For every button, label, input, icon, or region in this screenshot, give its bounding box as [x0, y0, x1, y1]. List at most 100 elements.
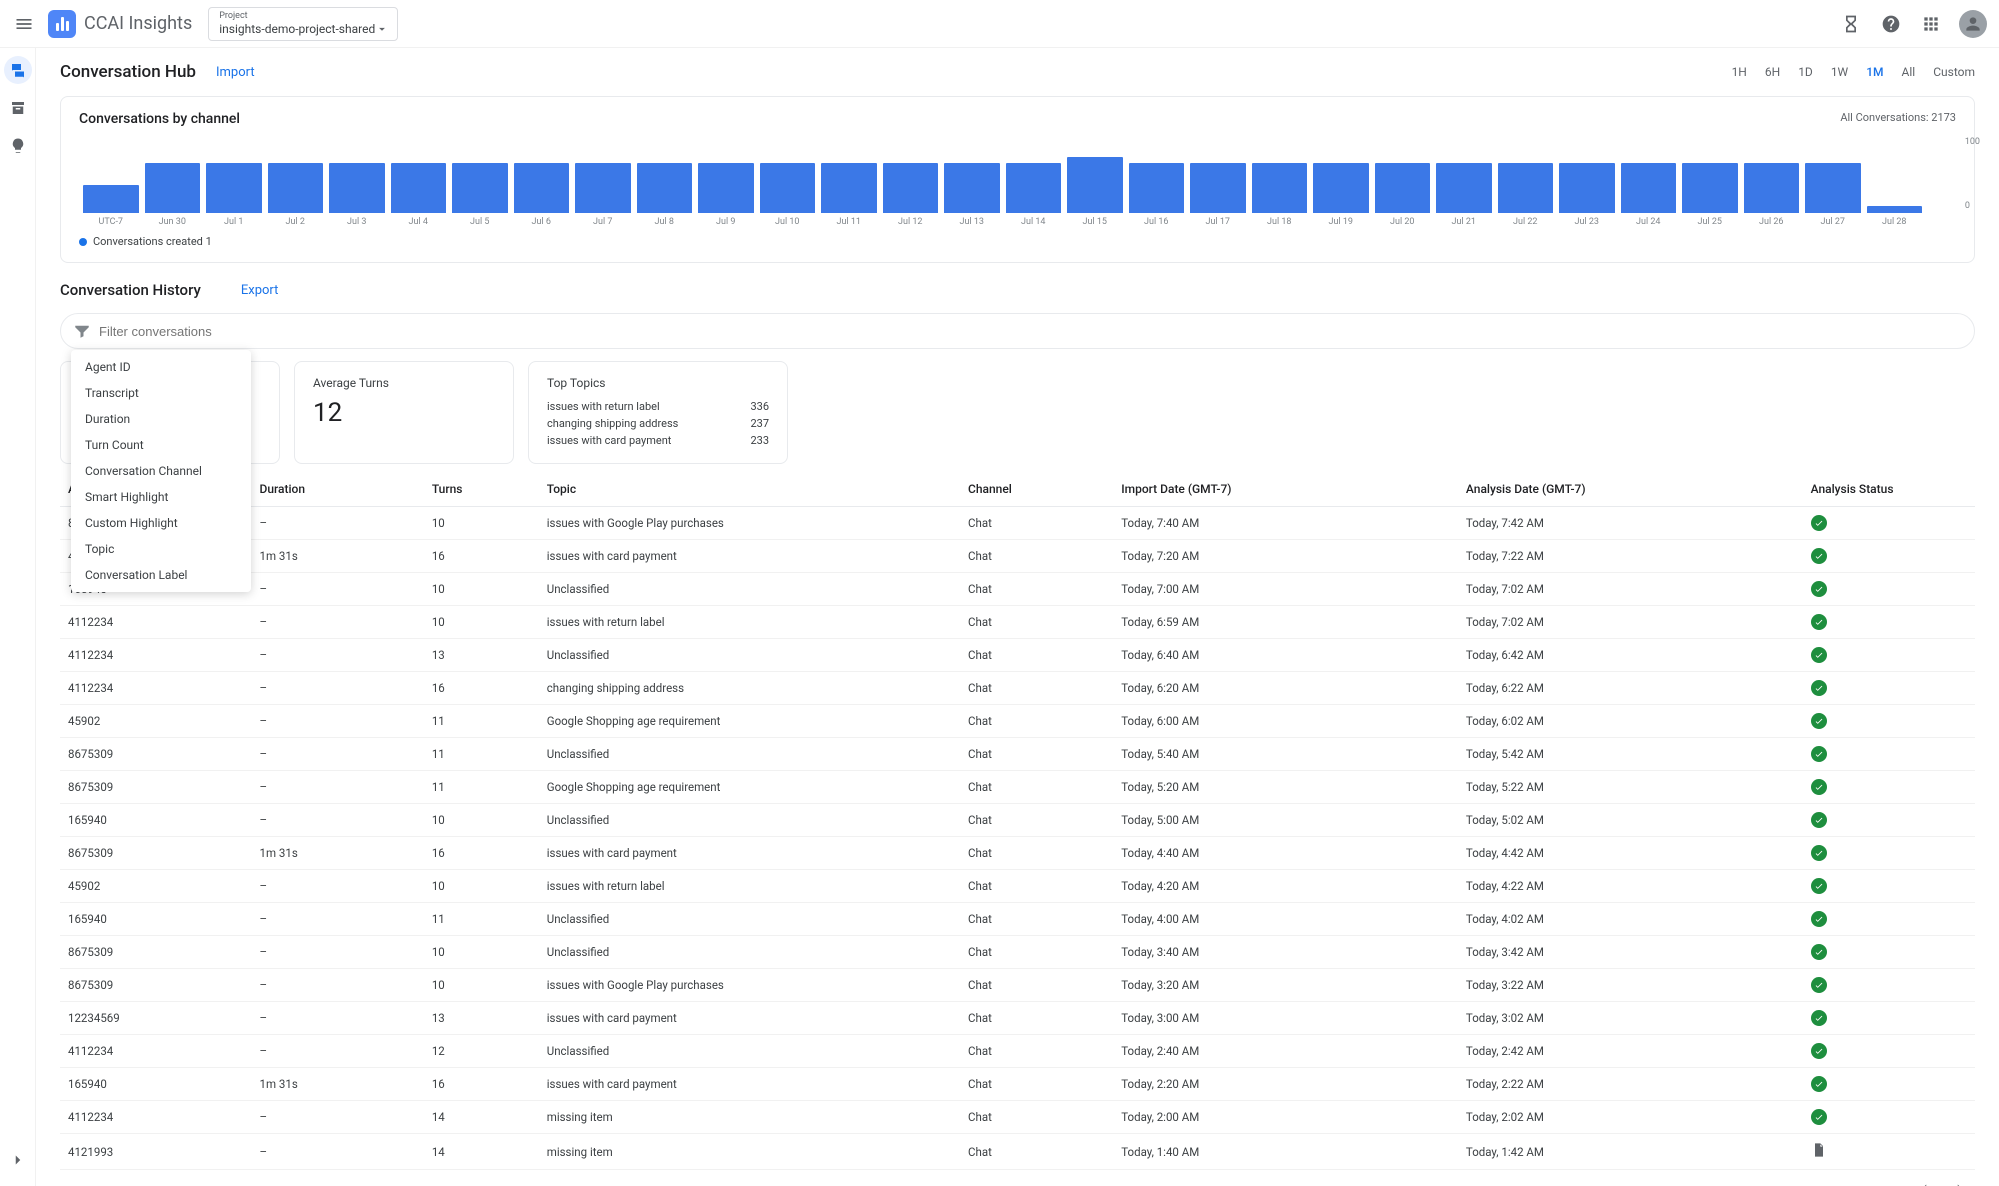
- avg-turns-card: Average Turns 12: [294, 361, 514, 464]
- filter-option[interactable]: Conversation Label: [71, 562, 251, 588]
- table-row[interactable]: 8675309–10issues with Google Play purcha…: [60, 507, 1975, 540]
- filter-option[interactable]: Topic: [71, 536, 251, 562]
- table-row[interactable]: 8675309–11UnclassifiedChatToday, 5:40 AM…: [60, 738, 1975, 771]
- status-ok-icon: [1811, 1043, 1827, 1059]
- table-row[interactable]: 165940–10UnclassifiedChatToday, 5:00 AMT…: [60, 804, 1975, 837]
- table-row[interactable]: 45902–10issues with return labelChatToda…: [60, 870, 1975, 903]
- column-header[interactable]: Turns: [424, 472, 539, 507]
- chart-bar: Jul 28: [1867, 206, 1923, 227]
- legend-label: Conversations created 1: [93, 235, 212, 248]
- table-row[interactable]: 4112234–10issues with return labelChatTo…: [60, 606, 1975, 639]
- status-ok-icon: [1811, 680, 1827, 696]
- chart-bar: Jul 10: [760, 163, 816, 227]
- chart-bar: Jul 5: [452, 163, 508, 227]
- chart-bar: Jul 17: [1190, 163, 1246, 227]
- filter-option[interactable]: Conversation Channel: [71, 458, 251, 484]
- chart-bar: Jul 8: [637, 163, 693, 227]
- time-range-1d[interactable]: 1D: [1798, 65, 1813, 79]
- chevron-down-icon: [375, 22, 389, 36]
- status-ok-icon: [1811, 647, 1827, 663]
- table-row[interactable]: 1659401m 31s16issues with card paymentCh…: [60, 1068, 1975, 1101]
- status-ok-icon: [1811, 614, 1827, 630]
- table-row[interactable]: 4121993–14missing itemChatToday, 1:40 AM…: [60, 1134, 1975, 1170]
- help-icon[interactable]: [1879, 12, 1903, 36]
- table-row[interactable]: 4112234–14missing itemChatToday, 2:00 AM…: [60, 1101, 1975, 1134]
- column-header[interactable]: Duration: [252, 472, 424, 507]
- table-row[interactable]: 4112234–16changing shipping addressChatT…: [60, 672, 1975, 705]
- chart-bar: Jul 21: [1436, 163, 1492, 227]
- time-range-all[interactable]: All: [1902, 65, 1916, 79]
- apps-grid-icon[interactable]: [1919, 12, 1943, 36]
- chart-bar: Jul 12: [883, 163, 939, 227]
- filter-option[interactable]: Agent ID: [71, 354, 251, 380]
- table-pager: Items per page: 20 Page 1 of 109: [36, 1170, 1999, 1186]
- status-ok-icon: [1811, 581, 1827, 597]
- sidebar-item-conversations[interactable]: [4, 56, 32, 84]
- y-axis-max: 100: [1965, 137, 1980, 147]
- hourglass-icon[interactable]: [1839, 12, 1863, 36]
- user-avatar[interactable]: [1959, 10, 1987, 38]
- app-logo-icon: [48, 10, 76, 38]
- filter-option[interactable]: Transcript: [71, 380, 251, 406]
- filter-option[interactable]: Duration: [71, 406, 251, 432]
- filter-option[interactable]: Smart Highlight: [71, 484, 251, 510]
- table-row[interactable]: 45902–11Google Shopping age requirementC…: [60, 705, 1975, 738]
- time-range-custom[interactable]: Custom: [1933, 65, 1975, 79]
- time-range-1w[interactable]: 1W: [1831, 65, 1848, 79]
- sidebar-item-highlights[interactable]: [4, 132, 32, 160]
- project-label: Project: [219, 11, 389, 21]
- time-range-1m[interactable]: 1M: [1866, 65, 1883, 79]
- status-ok-icon: [1811, 845, 1827, 861]
- table-row[interactable]: 86753091m 31s16issues with card paymentC…: [60, 837, 1975, 870]
- table-row[interactable]: 8675309–10issues with Google Play purcha…: [60, 969, 1975, 1002]
- chart-bar: Jul 20: [1375, 163, 1431, 227]
- chart-legend: Conversations created 1: [79, 235, 1956, 248]
- sidebar-expand-icon[interactable]: [4, 1146, 32, 1174]
- time-range-1h[interactable]: 1H: [1732, 65, 1747, 79]
- status-ok-icon: [1811, 746, 1827, 762]
- column-header[interactable]: Channel: [960, 472, 1113, 507]
- chart-bar: Jul 23: [1559, 163, 1615, 227]
- filter-option[interactable]: Turn Count: [71, 432, 251, 458]
- table-row[interactable]: 4112234–13UnclassifiedChatToday, 6:40 AM…: [60, 639, 1975, 672]
- channel-card-title: Conversations by channel: [79, 111, 240, 127]
- column-header[interactable]: Import Date (GMT-7): [1113, 472, 1458, 507]
- table-row[interactable]: 4112234–12UnclassifiedChatToday, 2:40 AM…: [60, 1035, 1975, 1068]
- prev-page-button[interactable]: [1915, 1180, 1933, 1186]
- hamburger-menu-icon[interactable]: [12, 12, 36, 36]
- table-row[interactable]: 165940–11UnclassifiedChatToday, 4:00 AMT…: [60, 903, 1975, 936]
- filter-bar[interactable]: Agent IDTranscriptDurationTurn CountConv…: [60, 313, 1975, 349]
- filter-dropdown: Agent IDTranscriptDurationTurn CountConv…: [71, 350, 251, 592]
- time-range-picker: 1H 6H 1D 1W 1M All Custom: [1732, 65, 1975, 79]
- table-row[interactable]: 12234569–13issues with card paymentChatT…: [60, 1002, 1975, 1035]
- status-ok-icon: [1811, 812, 1827, 828]
- column-header[interactable]: Analysis Date (GMT-7): [1458, 472, 1803, 507]
- table-row[interactable]: 165940–10UnclassifiedChatToday, 7:00 AMT…: [60, 573, 1975, 606]
- column-header[interactable]: Topic: [539, 472, 960, 507]
- avg-turns-value: 12: [313, 398, 495, 428]
- table-row[interactable]: 8675309–11Google Shopping age requiremen…: [60, 771, 1975, 804]
- import-button[interactable]: Import: [216, 65, 255, 80]
- project-value: insights-demo-project-shared: [219, 22, 375, 36]
- chart-bar: Jul 14: [1006, 163, 1062, 227]
- project-selector[interactable]: Project insights-demo-project-shared: [208, 7, 398, 41]
- next-page-button[interactable]: [1951, 1180, 1969, 1186]
- status-ok-icon: [1811, 1010, 1827, 1026]
- status-ok-icon: [1811, 548, 1827, 564]
- table-row[interactable]: 41122341m 31s16issues with card paymentC…: [60, 540, 1975, 573]
- chart-bar: Jul 3: [329, 163, 385, 227]
- chart-bar: Jul 7: [575, 163, 631, 227]
- export-button[interactable]: Export: [241, 283, 279, 298]
- sidebar-item-archive[interactable]: [4, 94, 32, 122]
- conversations-chart: UTC-7Jun 30Jul 1Jul 2Jul 3Jul 4Jul 5Jul …: [79, 137, 1926, 227]
- status-ok-icon: [1811, 515, 1827, 531]
- page-title: Conversation Hub: [60, 62, 196, 82]
- time-range-6h[interactable]: 6H: [1765, 65, 1780, 79]
- table-row[interactable]: 8675309–10UnclassifiedChatToday, 3:40 AM…: [60, 936, 1975, 969]
- filter-input[interactable]: [99, 324, 1962, 339]
- filter-option[interactable]: Custom Highlight: [71, 510, 251, 536]
- document-icon: [1811, 1147, 1827, 1161]
- column-header[interactable]: Analysis Status: [1803, 472, 1975, 507]
- y-axis-min: 0: [1965, 201, 1980, 211]
- status-ok-icon: [1811, 911, 1827, 927]
